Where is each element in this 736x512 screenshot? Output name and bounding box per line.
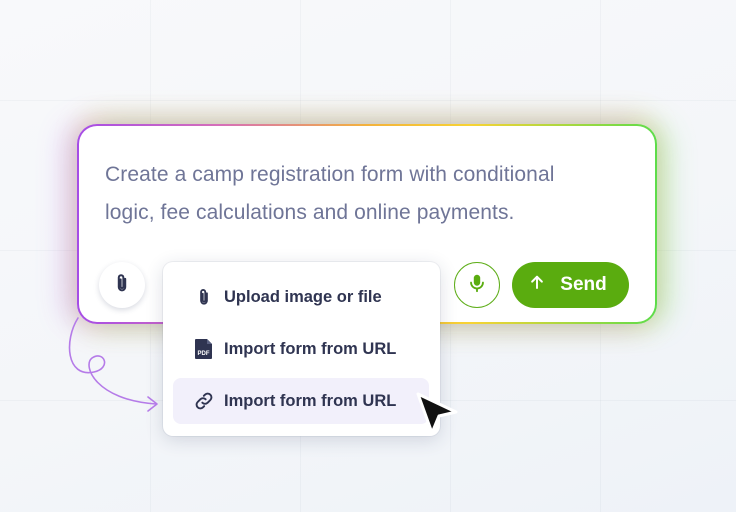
prompt-text-line: logic, fee calculations and online payme… [105, 201, 515, 224]
background-grid-line [0, 100, 736, 101]
prompt-textarea[interactable]: Create a camp registration form with con… [105, 156, 625, 232]
menu-item-import-url[interactable]: Import form from URL [173, 378, 429, 424]
svg-text:PDF: PDF [198, 351, 210, 357]
menu-item-import-pdf[interactable]: PDF Import form from URL [173, 326, 429, 372]
arrow-up-icon [528, 273, 546, 297]
mouse-cursor-icon [416, 392, 458, 435]
paperclip-icon [193, 286, 215, 308]
prompt-text-line: Create a camp registration form with con… [105, 163, 555, 186]
menu-item-upload-file[interactable]: Upload image or file [173, 274, 429, 320]
send-button[interactable]: Send [512, 262, 629, 308]
menu-item-label: Import form from URL [224, 339, 397, 358]
pdf-file-icon: PDF [193, 338, 215, 360]
curly-arrow-annotation [68, 317, 158, 412]
microphone-icon [466, 272, 488, 299]
link-icon [193, 390, 215, 412]
send-button-label: Send [560, 274, 607, 295]
menu-item-label: Import form from URL [224, 391, 397, 410]
microphone-button[interactable] [454, 262, 500, 308]
menu-item-label: Upload image or file [224, 287, 382, 306]
attach-menu: Upload image or file PDF Import form fro… [163, 262, 440, 436]
paperclip-icon [111, 272, 133, 299]
